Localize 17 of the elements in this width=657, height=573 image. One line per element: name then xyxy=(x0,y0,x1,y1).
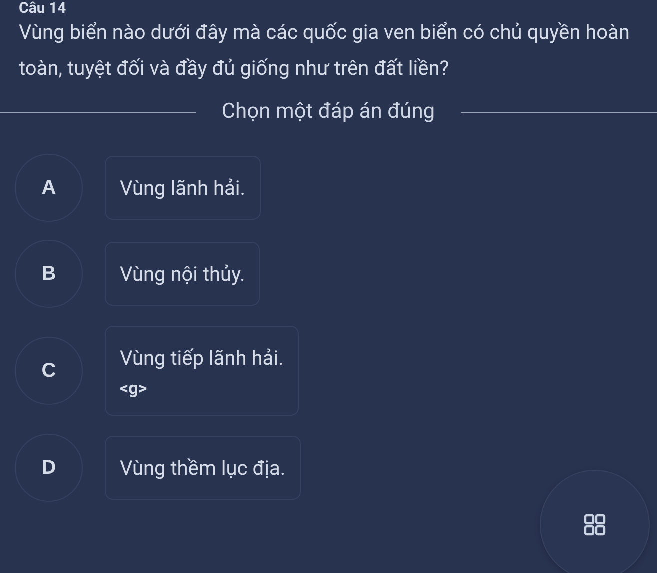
option-letter-button[interactable]: A xyxy=(15,154,83,222)
grid-icon xyxy=(584,514,606,536)
option-letter-button[interactable]: D xyxy=(15,434,83,502)
answer-option[interactable]: Vùng tiếp lãnh hải. <g> xyxy=(105,326,299,416)
option-letter-button[interactable]: B xyxy=(15,240,83,308)
answer-text: Vùng lãnh hải. xyxy=(120,175,246,202)
answer-option[interactable]: Vùng lãnh hải. xyxy=(105,156,261,220)
answer-option[interactable]: Vùng nội thủy. xyxy=(105,242,260,306)
answer-option[interactable]: Vùng thềm lục địa. xyxy=(105,436,301,500)
option-letter-button[interactable]: C xyxy=(15,337,83,405)
answer-text: Vùng thềm lục địa. xyxy=(120,455,286,482)
instruction-text: Chọn một đáp án đúng xyxy=(220,100,436,124)
question-number: Câu 14 xyxy=(19,0,68,14)
answer-extra-text: <g> xyxy=(120,379,148,399)
question-text: Vùng biển nào dưới đây mà các quốc gia ven biển có chủ quyền hoàn toàn, tuyệt đối và đầy đủ giống như trên đất liền? xyxy=(19,19,631,82)
answer-text: Vùng nội thủy. xyxy=(120,261,246,288)
answer-text: Vùng tiếp lãnh hải. xyxy=(120,345,284,372)
